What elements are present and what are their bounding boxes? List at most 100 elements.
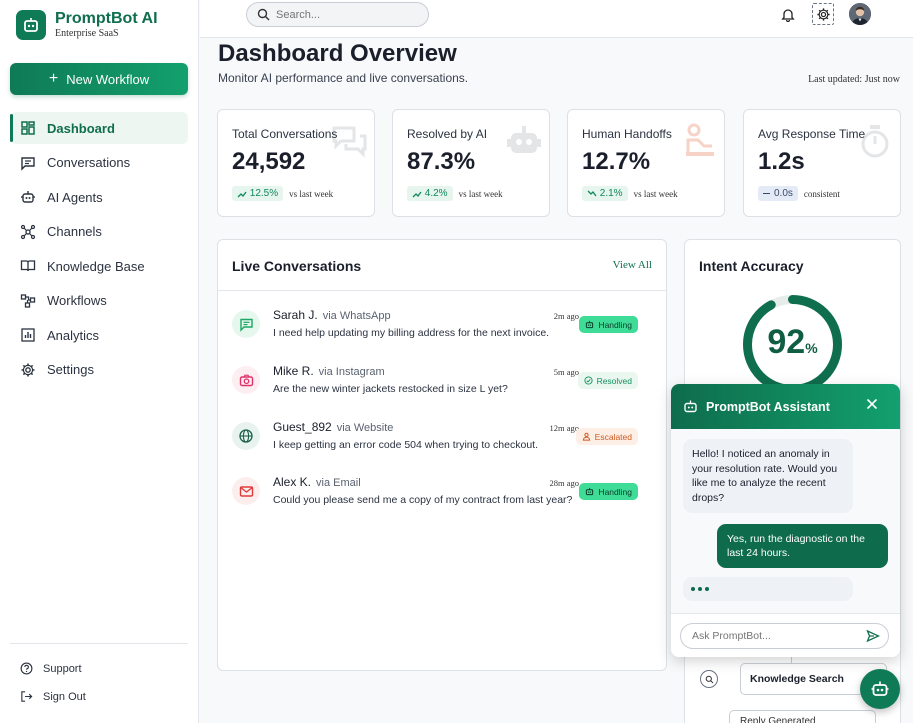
top-header xyxy=(200,0,913,38)
stat-note: consistent xyxy=(803,188,840,199)
user-avatar[interactable] xyxy=(849,3,871,25)
status-badge: Escalated xyxy=(575,428,638,445)
last-updated: Last updated: Just now xyxy=(808,74,900,85)
robot-logo-icon xyxy=(16,10,46,40)
conversation-row[interactable]: Mike R. via Instagram Are the new winter … xyxy=(232,362,654,412)
assistant-toggle-button[interactable] xyxy=(860,669,900,709)
trend-down-icon xyxy=(587,190,597,196)
stat-change-badge: 4.2% xyxy=(407,186,453,201)
notifications-button[interactable] xyxy=(777,3,799,25)
stat-label: Total Conversations xyxy=(232,127,338,141)
flow-node-reply-generated[interactable]: Reply Generated xyxy=(729,710,876,723)
conversation-row[interactable]: Guest_892 via Website I keep getting an e… xyxy=(232,418,654,468)
robot-icon xyxy=(586,487,594,496)
sidebar: PromptBot AI Enterprise SaaS + New Workf… xyxy=(0,0,199,723)
sidebar-item-knowledge-base[interactable]: Knowledge Base xyxy=(10,250,188,282)
status-badge: Handling xyxy=(579,316,638,333)
stat-card-human-handoffs: Human Handoffs 12.7% 2.1% vs last week xyxy=(567,109,725,217)
search-icon xyxy=(257,8,270,21)
search-input[interactable] xyxy=(276,8,416,21)
stat-card-total-conversations: Total Conversations 24,592 12.5% vs last… xyxy=(217,109,375,217)
stat-value: 12.7% xyxy=(582,148,651,175)
conversation-message: Are the new winter jackets restocked in … xyxy=(273,383,508,395)
stat-change-badge: 2.1% xyxy=(582,186,628,201)
dash-icon xyxy=(763,192,770,195)
stat-note: vs last week xyxy=(289,188,334,199)
dashboard-icon xyxy=(21,121,35,135)
chat-messages: Hello! I noticed an anomaly in your reso… xyxy=(671,429,900,613)
camera-icon xyxy=(232,366,260,394)
sidebar-item-conversations[interactable]: Conversations xyxy=(10,147,188,179)
conversation-row[interactable]: Alex K. via Email Could you please send m… xyxy=(232,473,654,523)
chart-icon xyxy=(21,328,35,342)
conversation-name: Guest_892 via Website xyxy=(273,420,394,434)
network-icon xyxy=(20,224,36,239)
sidebar-item-channels[interactable]: Channels xyxy=(10,216,188,248)
chat-input-area xyxy=(671,613,900,657)
globe-icon xyxy=(232,422,260,450)
new-workflow-label: New Workflow xyxy=(66,71,150,87)
support-label: Support xyxy=(43,662,82,675)
search-icon xyxy=(700,670,718,688)
bot-message: Hello! I noticed an anomaly in your reso… xyxy=(683,439,853,513)
plus-icon: + xyxy=(48,70,59,87)
sidebar-item-label: Knowledge Base xyxy=(47,258,145,274)
gear-icon xyxy=(21,363,35,376)
logout-icon xyxy=(21,691,33,702)
sidebar-item-label: Conversations xyxy=(47,155,131,170)
search-box[interactable] xyxy=(246,2,429,27)
assistant-chat-panel: PromptBot Assistant Hello! I noticed an … xyxy=(671,384,900,657)
robot-icon xyxy=(586,320,594,329)
trend-up-icon xyxy=(412,191,422,197)
conversation-time: 28m ago xyxy=(549,478,579,488)
send-icon[interactable] xyxy=(866,629,880,643)
sidebar-item-analytics[interactable]: Analytics xyxy=(10,319,188,351)
conversation-message: Could you please send me a copy of my co… xyxy=(273,494,573,506)
chat-title: PromptBot Assistant xyxy=(706,399,830,414)
conversation-message: I need help updating my billing address … xyxy=(273,327,550,339)
conversation-time: 5m ago xyxy=(553,367,579,377)
brand-name: PromptBot AI xyxy=(55,10,158,27)
stat-note: vs last week xyxy=(633,188,678,199)
stat-value: 24,592 xyxy=(232,148,306,175)
book-icon xyxy=(20,260,36,272)
help-icon xyxy=(20,662,33,675)
live-conversations-title: Live Conversations xyxy=(232,258,362,274)
stat-change-badge: 0.0s xyxy=(758,186,798,201)
view-all-link[interactable]: View All xyxy=(613,259,652,271)
settings-button[interactable] xyxy=(812,3,834,25)
stat-card-resolved-by-ai: Resolved by AI 87.3% 4.2% vs last week xyxy=(392,109,550,217)
sidebar-item-workflows[interactable]: Workflows xyxy=(10,285,188,317)
sidebar-item-settings[interactable]: Settings xyxy=(10,354,188,386)
sidebar-item-label: AI Agents xyxy=(47,189,103,205)
chat-input-box[interactable] xyxy=(680,623,889,649)
intent-accuracy-title: Intent Accuracy xyxy=(699,258,804,274)
user-message: Yes, run the diagnostic on the last 24 h… xyxy=(717,524,888,568)
sidebar-item-ai-agents[interactable]: AI Agents xyxy=(10,181,188,213)
person-icon xyxy=(582,432,590,441)
brand[interactable]: PromptBot AI Enterprise SaaS xyxy=(16,10,158,40)
page-subtitle: Monitor AI performance and live conversa… xyxy=(218,71,469,85)
conversation-row[interactable]: Sarah J. via WhatsApp I need help updatin… xyxy=(232,306,654,356)
sidebar-item-dashboard[interactable]: Dashboard xyxy=(10,112,188,144)
brand-subtitle: Enterprise SaaS xyxy=(55,28,119,39)
sidebar-support-link[interactable]: Support xyxy=(20,662,82,675)
sidebar-sign-out-link[interactable]: Sign Out xyxy=(20,690,86,703)
typing-indicator xyxy=(683,577,853,601)
stat-note: vs last week xyxy=(458,188,503,199)
robot-icon xyxy=(21,191,35,203)
page-title: Dashboard Overview xyxy=(218,40,457,67)
stat-change-badge: 12.5% xyxy=(232,186,284,201)
stat-value: 87.3% xyxy=(407,148,476,175)
new-workflow-button[interactable]: + New Workflow xyxy=(10,63,188,95)
robot-icon xyxy=(684,400,697,413)
chat-header: PromptBot Assistant xyxy=(671,384,900,429)
stat-label: Resolved by AI xyxy=(407,127,488,141)
conversation-message: I keep getting an error code 504 when tr… xyxy=(273,439,538,451)
status-badge: Handling xyxy=(579,483,638,500)
sidebar-nav: Dashboard Conversations AI Agents Channe… xyxy=(10,112,188,388)
sidebar-item-label: Settings xyxy=(47,362,94,377)
close-icon[interactable] xyxy=(864,396,880,412)
chat-input[interactable] xyxy=(692,630,852,642)
trend-up-icon xyxy=(237,191,247,197)
